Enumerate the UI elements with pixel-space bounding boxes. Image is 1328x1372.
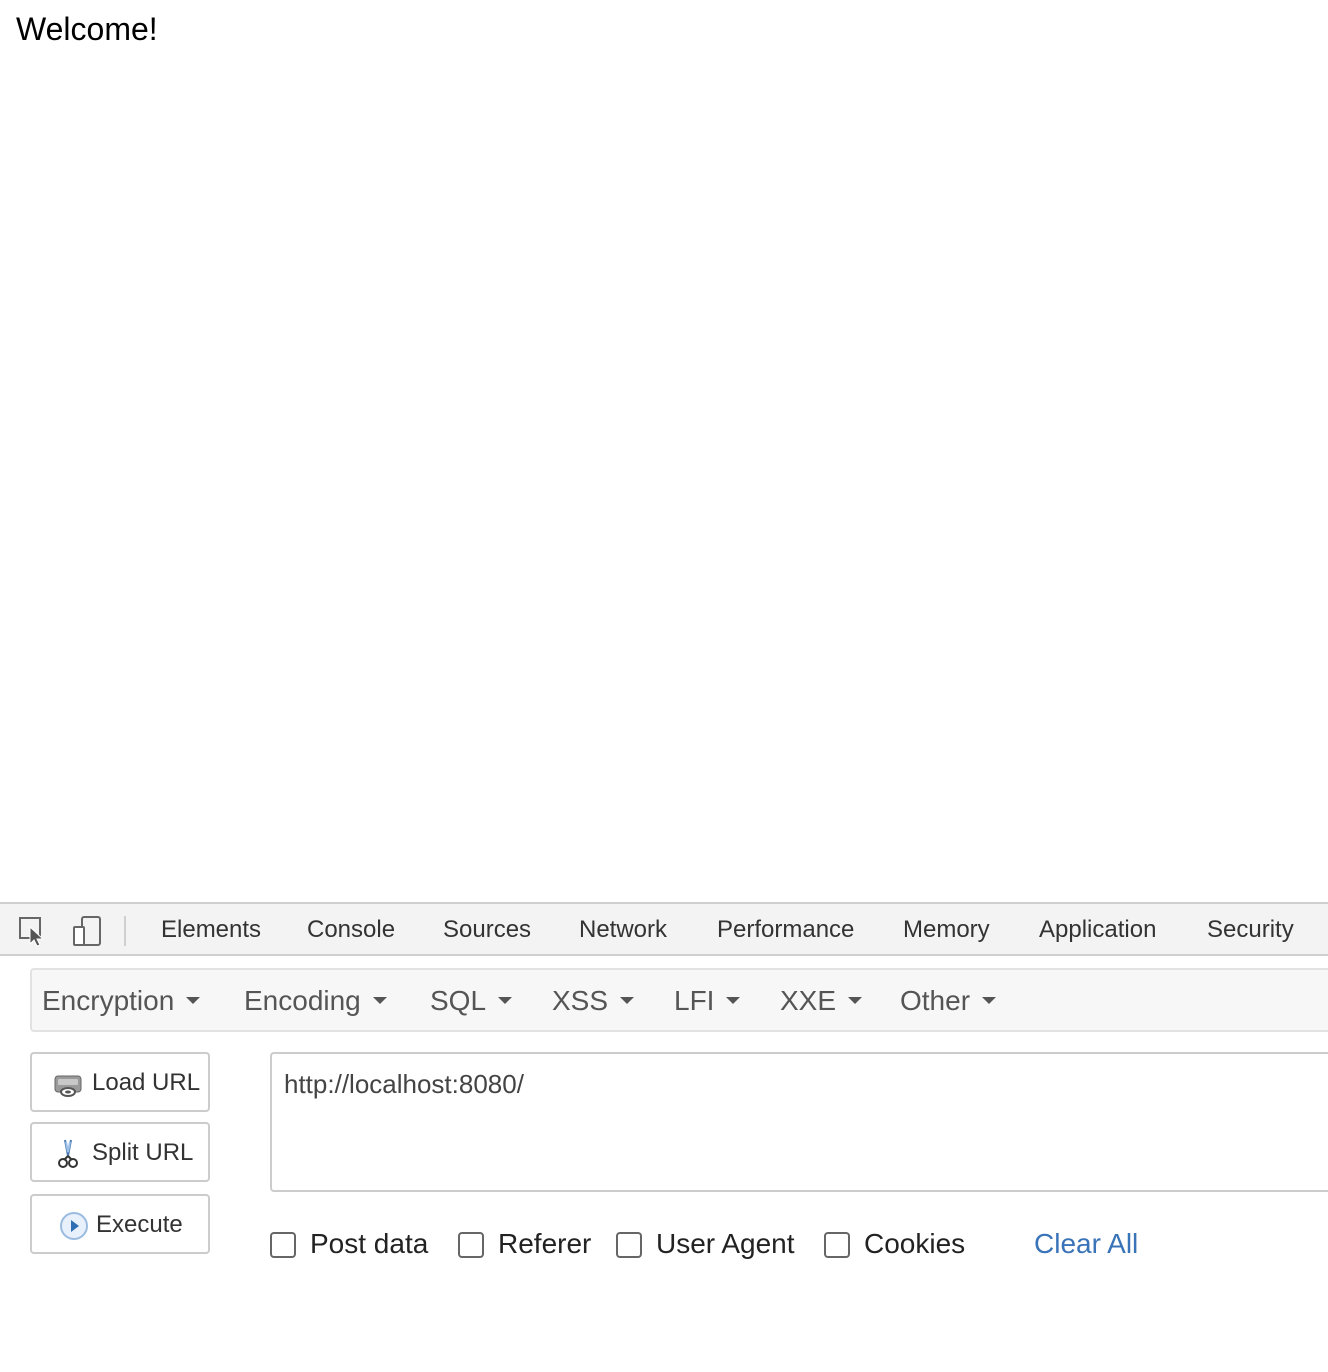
caret-down-icon	[982, 997, 997, 1005]
tab-application[interactable]: Application	[1039, 916, 1156, 944]
user-agent-label: User Agent	[656, 1228, 795, 1259]
caret-down-icon	[372, 997, 387, 1005]
user-agent-checkbox-box[interactable]	[616, 1232, 642, 1258]
menu-other[interactable]: Other	[900, 985, 997, 1017]
scissors-icon	[58, 1139, 78, 1168]
caret-down-icon	[848, 997, 863, 1005]
post-data-label: Post data	[310, 1228, 429, 1259]
cookies-checkbox-box[interactable]	[824, 1232, 850, 1258]
tab-console[interactable]: Console	[307, 916, 395, 944]
menu-lfi[interactable]: LFI	[674, 985, 741, 1017]
menu-sql[interactable]: SQL	[430, 985, 513, 1017]
menu-xxe[interactable]: XXE	[780, 985, 863, 1017]
load-url-button[interactable]: Load URL	[30, 1052, 210, 1112]
menu-sql-label: SQL	[430, 985, 487, 1016]
menu-xxe-label: XXE	[780, 985, 837, 1016]
inspect-element-icon[interactable]	[16, 914, 50, 948]
split-url-button[interactable]: Split URL	[30, 1122, 210, 1182]
caret-down-icon	[186, 997, 201, 1005]
devtools-panel: Elements Console Sources Network Perform…	[0, 902, 1328, 1372]
devtools-tabbar: Elements Console Sources Network Perform…	[0, 902, 1328, 956]
toolbar-divider	[124, 916, 126, 946]
menu-other-label: Other	[900, 985, 971, 1016]
load-url-label: Load URL	[92, 1069, 201, 1096]
url-textarea[interactable]: http://localhost:8080/	[270, 1052, 1328, 1192]
tab-elements[interactable]: Elements	[161, 916, 261, 944]
menu-encryption-label: Encryption	[42, 985, 175, 1016]
caret-down-icon	[726, 997, 741, 1005]
load-url-icon	[54, 1075, 82, 1097]
menu-xss[interactable]: XSS	[552, 985, 635, 1017]
caret-down-icon	[498, 997, 513, 1005]
referer-checkbox-box[interactable]	[458, 1232, 484, 1258]
clear-all-link[interactable]: Clear All	[1034, 1228, 1138, 1260]
execute-button[interactable]: Execute	[30, 1194, 210, 1254]
cookies-label: Cookies	[864, 1228, 966, 1259]
split-url-label: Split URL	[92, 1139, 194, 1166]
tab-memory[interactable]: Memory	[903, 916, 990, 944]
page: Welcome! Elements Console Sources Networ…	[0, 0, 1328, 1372]
menu-xss-label: XSS	[552, 985, 609, 1016]
tab-sources[interactable]: Sources	[443, 916, 531, 944]
menu-lfi-label: LFI	[674, 985, 715, 1016]
tab-security[interactable]: Security	[1207, 916, 1294, 944]
tab-network[interactable]: Network	[579, 916, 667, 944]
welcome-text: Welcome!	[16, 11, 158, 47]
tab-performance[interactable]: Performance	[717, 916, 854, 944]
menu-encoding[interactable]: Encoding	[244, 985, 387, 1017]
caret-down-icon	[620, 997, 635, 1005]
menu-encryption[interactable]: Encryption	[42, 985, 201, 1017]
play-icon	[60, 1212, 88, 1240]
hackbar-menu: Encryption Encoding SQL XSS LFI XXE Othe…	[30, 968, 1328, 1032]
referer-label: Referer	[498, 1228, 592, 1259]
execute-label: Execute	[96, 1211, 183, 1238]
menu-encoding-label: Encoding	[244, 985, 361, 1016]
device-toolbar-icon[interactable]	[70, 914, 104, 948]
post-data-checkbox-box[interactable]	[270, 1232, 296, 1258]
